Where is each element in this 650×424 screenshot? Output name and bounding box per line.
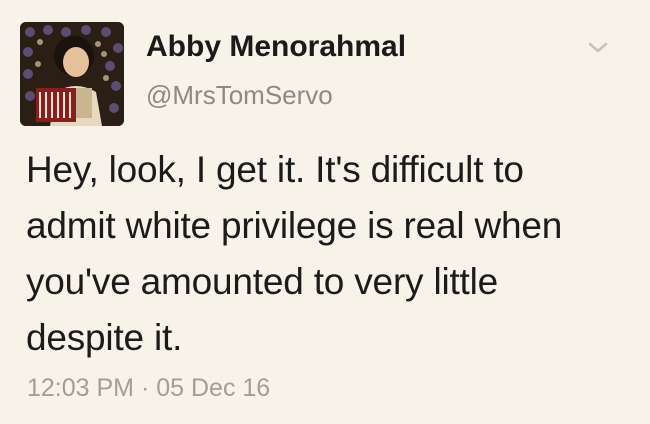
tweet-text-line: Hey, look, I get it. It's difficult to <box>26 149 524 190</box>
tweet-card: Abby Menorahmal @MrsTomServo Hey, look, … <box>0 0 650 424</box>
tweet-text: Hey, look, I get it. It's difficult to a… <box>26 142 636 366</box>
display-name[interactable]: Abby Menorahmal <box>146 30 406 64</box>
avatar-image <box>20 22 124 126</box>
user-avatar[interactable] <box>20 22 124 126</box>
tweet-text-line: you've amounted to very little <box>26 261 499 302</box>
tweet-date: 05 Dec 16 <box>156 374 271 402</box>
tweet-text-line: despite it. <box>26 317 183 358</box>
meta-separator: · <box>140 374 150 402</box>
tweet-time: 12:03 PM <box>27 374 135 402</box>
user-handle[interactable]: @MrsTomServo <box>146 80 333 111</box>
tweet-timestamp[interactable]: 12:03 PM · 05 Dec 16 <box>27 374 270 403</box>
chevron-down-icon[interactable] <box>586 38 610 58</box>
tweet-text-line: admit white privilege is real when <box>26 205 563 246</box>
